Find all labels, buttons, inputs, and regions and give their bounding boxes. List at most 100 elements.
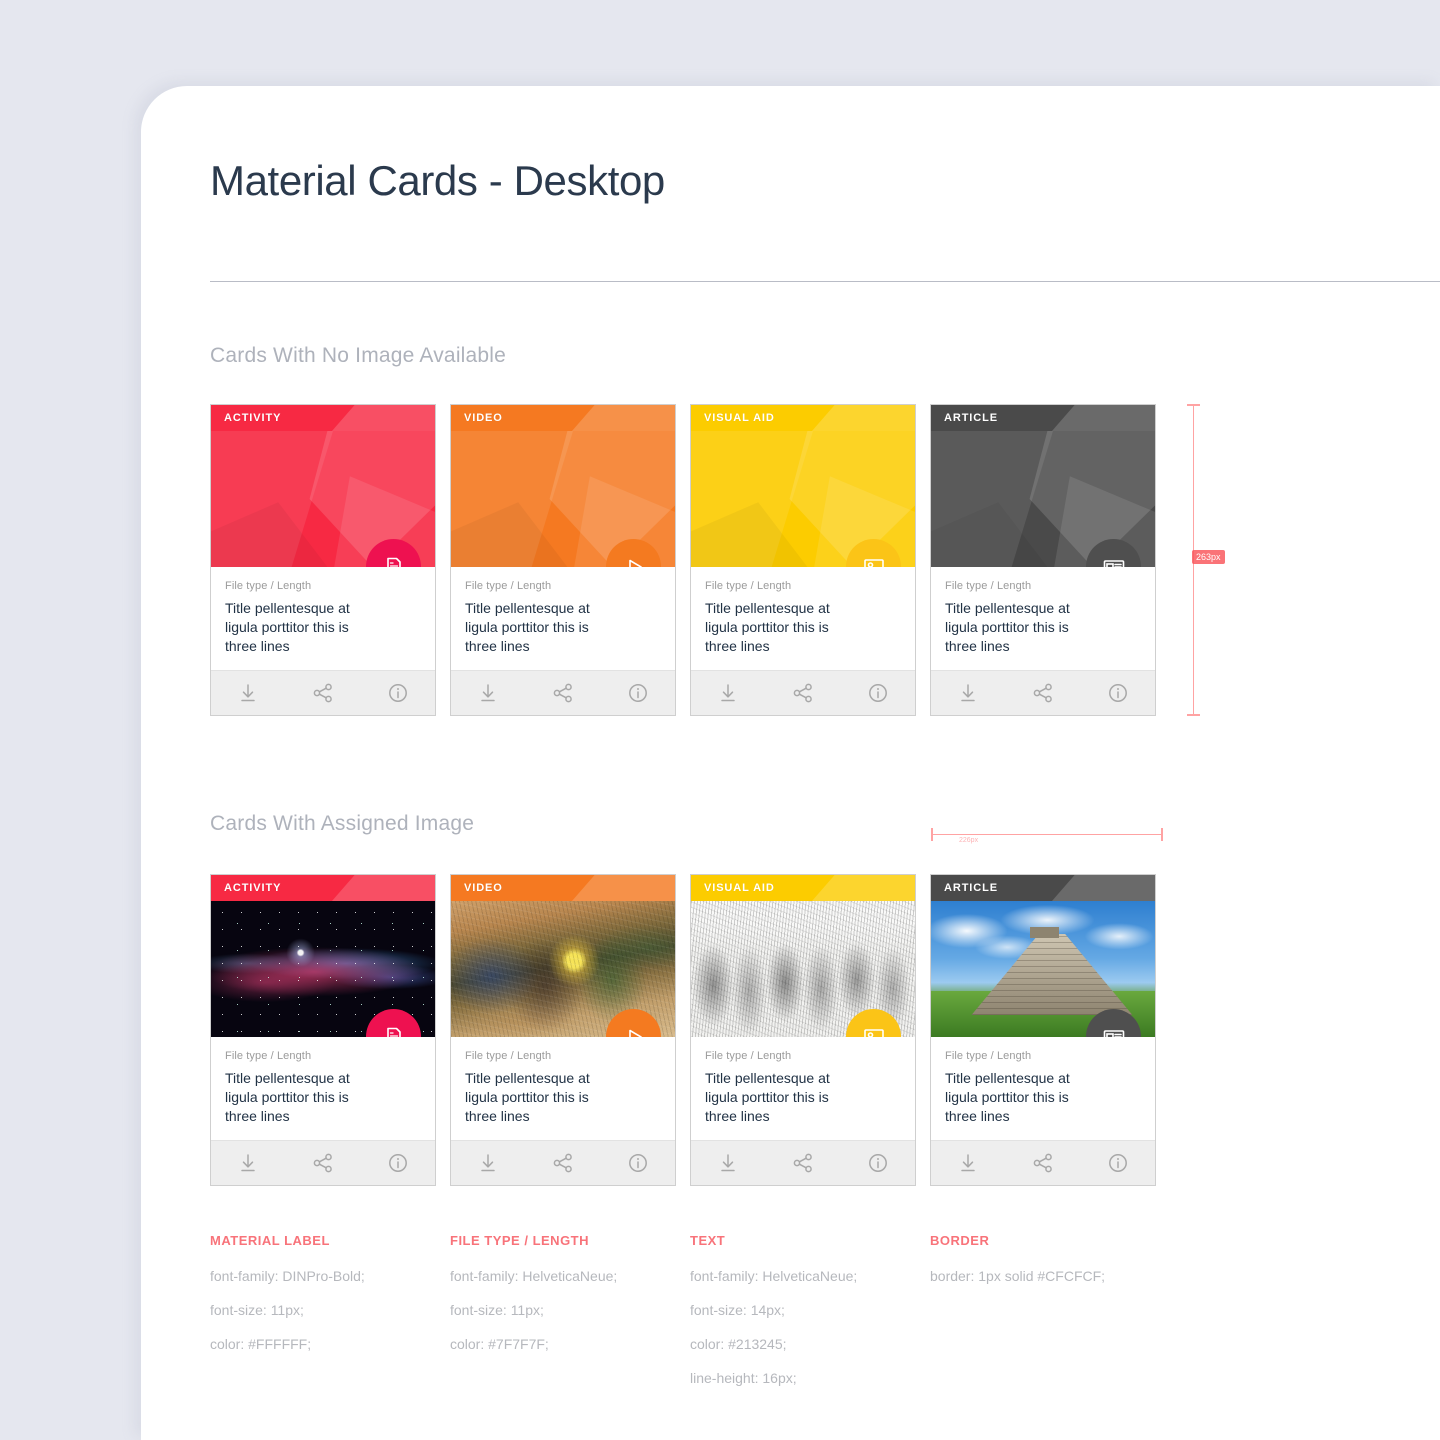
card-grid-assigned-image: ACTIVITY File type / Length Title pellente… — [210, 874, 1170, 1186]
spec-line: font-family: HelveticaNeue; — [690, 1268, 858, 1284]
card-body: File type / Length Title pellentesque at … — [691, 1037, 915, 1143]
width-dimension-label: 226px — [959, 837, 979, 844]
card-title: Title pellentesque at ligula porttitor t… — [945, 1070, 1070, 1124]
card-action-bar — [931, 1140, 1155, 1185]
download-icon[interactable] — [931, 1152, 1006, 1174]
material-label-bar: ACTIVITY — [211, 405, 435, 431]
material-card[interactable]: VIDEO File type / Length Title pellentesqu… — [450, 874, 676, 1186]
share-icon[interactable] — [286, 1152, 361, 1174]
label-sheen — [571, 405, 675, 431]
material-card[interactable]: ACTIVITY File type / Length Title pellente… — [210, 404, 436, 716]
card-body: File type / Length Title pellentesque at … — [691, 567, 915, 673]
share-icon[interactable] — [526, 1152, 601, 1174]
info-icon[interactable] — [600, 1152, 675, 1174]
card-body: File type / Length Title pellentesque at … — [211, 1037, 435, 1143]
material-card[interactable]: VISUAL AID File type / Length Title pellen… — [690, 874, 916, 1186]
card-title: Title pellentesque at ligula porttitor t… — [225, 600, 350, 654]
card-title: Title pellentesque at ligula porttitor t… — [945, 600, 1070, 654]
card-action-bar — [451, 670, 675, 715]
download-icon[interactable] — [451, 682, 526, 704]
download-icon[interactable] — [691, 682, 766, 704]
height-dimension-label: 263px — [1192, 550, 1225, 564]
download-icon[interactable] — [691, 1152, 766, 1174]
card-media: ARTICLE — [931, 405, 1155, 567]
card-title: Title pellentesque at ligula porttitor t… — [705, 600, 830, 654]
share-icon[interactable] — [286, 682, 361, 704]
share-icon[interactable] — [766, 682, 841, 704]
material-label: ACTIVITY — [224, 882, 282, 894]
card-media: ARTICLE — [931, 875, 1155, 1037]
download-icon[interactable] — [211, 682, 286, 704]
info-icon[interactable] — [840, 1152, 915, 1174]
file-type-length: File type / Length — [945, 1050, 1032, 1062]
spec-column: FILE TYPE / LENGTH font-family: Helvetica… — [450, 1233, 690, 1404]
material-label: ACTIVITY — [224, 412, 282, 424]
share-icon[interactable] — [526, 682, 601, 704]
spec-column: MATERIAL LABEL font-family: DINPro-Bold; f… — [210, 1233, 450, 1404]
material-card[interactable]: VIDEO File type / Length Title pellentesqu… — [450, 404, 676, 716]
info-icon[interactable] — [840, 682, 915, 704]
label-sheen — [811, 405, 915, 431]
label-sheen — [811, 875, 915, 901]
download-icon[interactable] — [451, 1152, 526, 1174]
spec-line: font-size: 11px; — [450, 1302, 544, 1318]
file-type-length: File type / Length — [465, 1050, 552, 1062]
spec-column: BORDER border: 1px solid #CFCFCF; — [930, 1233, 1170, 1404]
info-icon[interactable] — [360, 682, 435, 704]
material-label: VISUAL AID — [704, 412, 775, 424]
card-body: File type / Length Title pellentesque at … — [931, 567, 1155, 673]
share-icon[interactable] — [766, 1152, 841, 1174]
card-action-bar — [211, 670, 435, 715]
spec-line: color: #7F7F7F; — [450, 1336, 549, 1352]
title-divider — [210, 281, 1440, 282]
file-type-length: File type / Length — [705, 580, 792, 592]
spec-line: color: #FFFFFF; — [210, 1336, 312, 1352]
spec-line: line-height: 16px; — [690, 1370, 797, 1386]
material-card[interactable]: ACTIVITY File type / Length Title pellente… — [210, 874, 436, 1186]
card-media: ACTIVITY — [211, 405, 435, 567]
spec-heading: MATERIAL LABEL — [210, 1233, 330, 1248]
label-sheen — [1051, 875, 1155, 901]
download-icon[interactable] — [211, 1152, 286, 1174]
card-media: VIDEO — [451, 405, 675, 567]
material-card[interactable]: ARTICLE File type / Length Title pellentes… — [930, 404, 1156, 716]
page-title: Material Cards - Desktop — [210, 157, 665, 204]
card-media: VISUAL AID — [691, 405, 915, 567]
material-label-bar: ARTICLE — [931, 405, 1155, 431]
card-action-bar — [691, 670, 915, 715]
download-icon[interactable] — [931, 682, 1006, 704]
card-body: File type / Length Title pellentesque at … — [211, 567, 435, 673]
label-sheen — [1051, 405, 1155, 431]
spec-heading: TEXT — [690, 1233, 726, 1248]
label-sheen — [571, 875, 675, 901]
material-label: VIDEO — [464, 882, 503, 894]
section-heading-no-image: Cards With No Image Available — [210, 344, 507, 367]
spec-column: TEXT font-family: HelveticaNeue; font-size… — [690, 1233, 930, 1404]
share-icon[interactable] — [1006, 682, 1081, 704]
info-icon[interactable] — [600, 682, 675, 704]
file-type-length: File type / Length — [225, 1050, 312, 1062]
card-action-bar — [211, 1140, 435, 1185]
info-icon[interactable] — [1080, 682, 1155, 704]
spec-line: font-size: 14px; — [690, 1302, 785, 1318]
material-label-bar: VIDEO — [451, 875, 675, 901]
info-icon[interactable] — [360, 1152, 435, 1174]
spec-line: border: 1px solid #CFCFCF; — [930, 1268, 1106, 1284]
material-label-bar: VISUAL AID — [691, 405, 915, 431]
file-type-length: File type / Length — [465, 580, 552, 592]
file-type-length: File type / Length — [225, 580, 312, 592]
share-icon[interactable] — [1006, 1152, 1081, 1174]
card-title: Title pellentesque at ligula porttitor t… — [465, 1070, 590, 1124]
material-label: VISUAL AID — [704, 882, 775, 894]
material-label-bar: VISUAL AID — [691, 875, 915, 901]
material-label-bar: ACTIVITY — [211, 875, 435, 901]
material-label: ARTICLE — [944, 882, 998, 894]
material-card[interactable]: ARTICLE File type / Length Title pellentes… — [930, 874, 1156, 1186]
spec-line: font-family: DINPro-Bold; — [210, 1268, 365, 1284]
material-card[interactable]: VISUAL AID File type / Length Title pellen… — [690, 404, 916, 716]
card-body: File type / Length Title pellentesque at … — [451, 1037, 675, 1143]
spec-line: font-family: HelveticaNeue; — [450, 1268, 618, 1284]
spec-line: font-size: 11px; — [210, 1302, 304, 1318]
card-body: File type / Length Title pellentesque at … — [451, 567, 675, 673]
info-icon[interactable] — [1080, 1152, 1155, 1174]
